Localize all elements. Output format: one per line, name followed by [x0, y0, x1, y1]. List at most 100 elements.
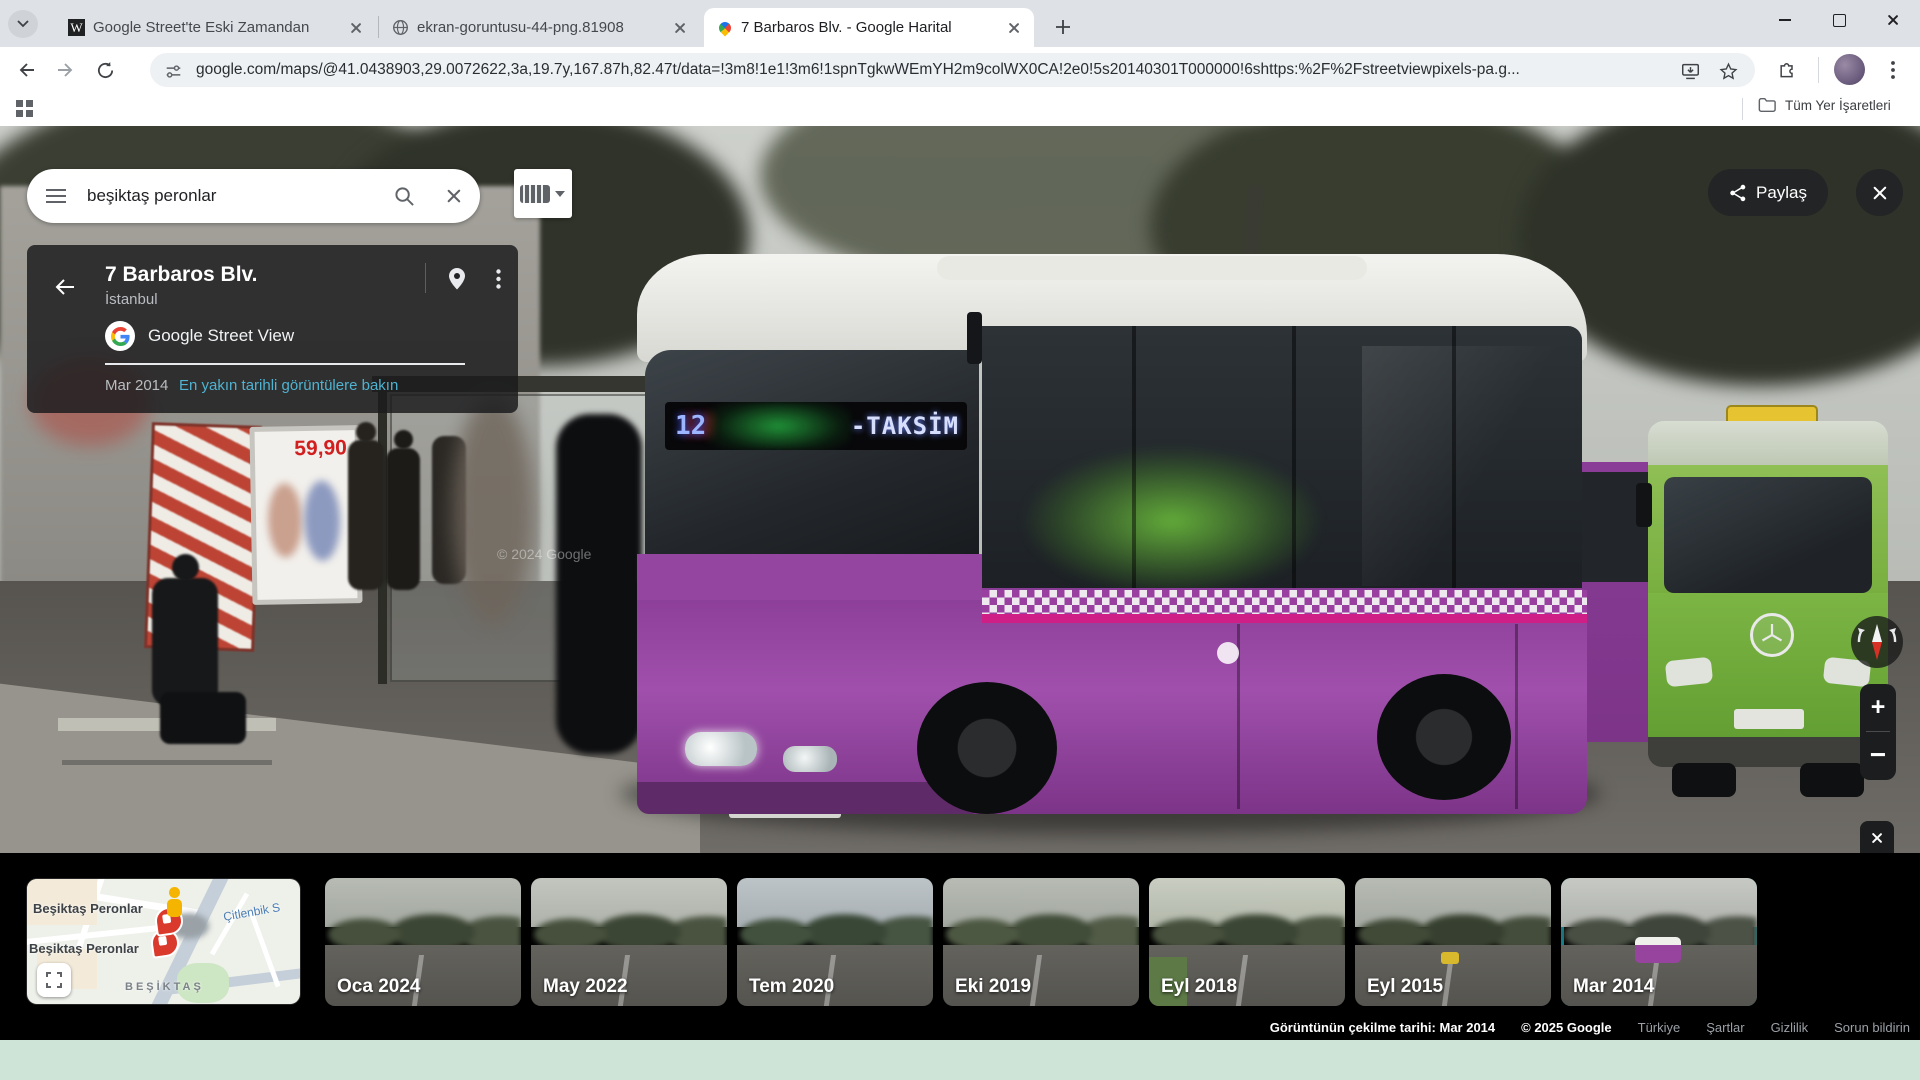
- provider-row: Google Street View: [105, 321, 405, 351]
- purple-bus: 12 -TAKSİM: [637, 254, 1587, 814]
- person-dark-figure: [556, 414, 642, 754]
- timeline-thumb-eyl-2015[interactable]: Eyl 2015: [1355, 878, 1551, 1006]
- footer-link-report[interactable]: Sorun bildirin: [1834, 1020, 1910, 1035]
- tab-search-chevron-icon[interactable]: [8, 10, 38, 38]
- extensions-icon[interactable]: [1772, 55, 1802, 85]
- window-close-button[interactable]: [1866, 0, 1920, 40]
- all-bookmarks-label: Tüm Yer İşaretleri: [1785, 98, 1891, 113]
- url-text[interactable]: google.com/maps/@41.0438903,29.0072622,3…: [196, 53, 1665, 87]
- tab-close-icon[interactable]: [670, 18, 690, 38]
- bookmark-star-icon[interactable]: [1715, 58, 1741, 84]
- new-tab-button[interactable]: [1048, 12, 1078, 42]
- overflow-menu-icon[interactable]: [483, 261, 513, 297]
- footer-link-terms[interactable]: Şartlar: [1706, 1020, 1744, 1035]
- purple-bus-dot: [1635, 937, 1681, 963]
- tab-google-maps[interactable]: 7 Barbaros Blv. - Google Harital: [704, 8, 1034, 47]
- taxi-dot: [1441, 952, 1459, 964]
- minibus-wheel: [1800, 763, 1864, 797]
- timeline-thumb-oca-2024[interactable]: Oca 2024: [325, 878, 521, 1006]
- person-sitting: [152, 578, 218, 706]
- billboard: 59,90: [249, 425, 362, 605]
- url-bar[interactable]: google.com/maps/@41.0438903,29.0072622,3…: [150, 53, 1755, 87]
- window-minimize-button[interactable]: [1758, 0, 1812, 40]
- clear-search-icon[interactable]: [428, 169, 480, 223]
- window-maximize-button[interactable]: [1812, 0, 1866, 40]
- person-standing: [386, 448, 420, 590]
- search-icon[interactable]: [380, 169, 428, 223]
- tab-strip: W Google Street'te Eski Zamandan ekran-g…: [0, 0, 1920, 47]
- compass-control[interactable]: [1851, 616, 1903, 668]
- google-logo-icon: [105, 321, 135, 351]
- footer-link-privacy[interactable]: Gizlilik: [1771, 1020, 1809, 1035]
- timeline-thumb-eki-2019[interactable]: Eki 2019: [943, 878, 1139, 1006]
- bus-led-destination: -TAKSİM: [851, 412, 967, 440]
- place-subtitle: İstanbul: [105, 291, 158, 308]
- minimap[interactable]: Beşiktaş Peronlar Beşiktaş Peronlar BEŞİ…: [27, 879, 300, 1004]
- card-separator: [425, 263, 426, 293]
- recent-imagery-link[interactable]: En yakın tarihli görüntülere bakın: [179, 377, 398, 394]
- timeline-strip: Beşiktaş Peronlar Beşiktaş Peronlar BEŞİ…: [0, 853, 1920, 1040]
- virtual-keyboard-widget[interactable]: [514, 169, 572, 218]
- bus-checker-band: [982, 590, 1587, 614]
- toolbar-separator: [1818, 57, 1819, 83]
- footer-link-country[interactable]: Türkiye: [1638, 1020, 1681, 1035]
- apps-grid-icon[interactable]: [16, 100, 34, 118]
- timeline-thumb-may-2022[interactable]: May 2022: [531, 878, 727, 1006]
- tab-image-file[interactable]: ekran-goruntusu-44-png.81908: [380, 8, 700, 47]
- menu-hamburger-icon[interactable]: [27, 169, 85, 223]
- globe-favicon: [392, 19, 409, 36]
- bus-led-sign: 12 -TAKSİM: [665, 402, 967, 450]
- street-view-panorama[interactable]: 59,90: [0, 126, 1920, 853]
- minibus-plate: [1734, 709, 1804, 729]
- card-divider: [105, 363, 465, 365]
- bus-headlight: [783, 746, 837, 772]
- tab-close-icon[interactable]: [346, 18, 366, 38]
- tab-title: Google Street'te Eski Zamandan: [93, 19, 338, 36]
- bus-led-route: 12: [665, 411, 706, 441]
- map-pin-icon[interactable]: [439, 261, 475, 297]
- zoom-out-button[interactable]: −: [1860, 732, 1896, 778]
- close-timeline-button[interactable]: [1860, 821, 1894, 853]
- timeline-thumb-eyl-2018[interactable]: Eyl 2018: [1149, 878, 1345, 1006]
- timeline-thumb-tem-2020[interactable]: Tem 2020: [737, 878, 933, 1006]
- minibus-windshield: [1664, 477, 1872, 593]
- minimap-label: Beşiktaş Peronlar: [33, 901, 143, 916]
- minibus-mirror: [1636, 483, 1652, 527]
- maps-pin-favicon: [716, 19, 733, 36]
- person-head: [394, 430, 413, 449]
- search-input[interactable]: [85, 185, 380, 207]
- bus-led-glow: [706, 402, 851, 450]
- tab-wikipedia[interactable]: W Google Street'te Eski Zamandan: [56, 8, 376, 47]
- capture-date: Mar 2014: [105, 377, 168, 394]
- share-button[interactable]: Paylaş: [1708, 169, 1828, 216]
- profile-avatar[interactable]: [1834, 54, 1865, 85]
- tab-close-icon[interactable]: [1004, 18, 1024, 38]
- imagery-capture-date: Görüntünün çekilme tarihi: Mar 2014: [1270, 1020, 1495, 1035]
- forward-icon[interactable]: [48, 53, 82, 87]
- bus-rear-wheel: [1377, 674, 1511, 800]
- person-head: [172, 554, 199, 581]
- person-blurred: [452, 396, 534, 626]
- tab-title: ekran-goruntusu-44-png.81908: [417, 19, 662, 36]
- browser-toolbar: google.com/maps/@41.0438903,29.0072622,3…: [0, 47, 1920, 92]
- person-standing: [348, 440, 384, 590]
- minimap-label: Beşiktaş Peronlar: [29, 941, 139, 956]
- back-arrow-icon[interactable]: [45, 267, 85, 307]
- keyboard-icon: [520, 185, 550, 203]
- bus-door-line: [1515, 624, 1518, 809]
- install-app-icon[interactable]: [1677, 58, 1703, 84]
- timeline-thumb-mar-2014[interactable]: Mar 2014: [1561, 878, 1757, 1006]
- maps-search-box[interactable]: [27, 169, 480, 223]
- tab-title: 7 Barbaros Blv. - Google Harital: [741, 19, 996, 36]
- all-bookmarks-button[interactable]: Tüm Yer İşaretleri: [1758, 97, 1891, 113]
- chrome-menu-icon[interactable]: [1878, 55, 1908, 85]
- bus-front-panel: [637, 554, 982, 600]
- expand-minimap-icon[interactable]: [37, 963, 71, 997]
- close-streetview-button[interactable]: [1856, 169, 1903, 216]
- back-icon[interactable]: [10, 53, 44, 87]
- pegman-icon[interactable]: [167, 887, 182, 917]
- reload-icon[interactable]: [88, 53, 122, 87]
- zoom-in-button[interactable]: +: [1860, 684, 1896, 731]
- place-title: 7 Barbaros Blv.: [105, 263, 258, 287]
- site-info-icon[interactable]: [160, 58, 186, 84]
